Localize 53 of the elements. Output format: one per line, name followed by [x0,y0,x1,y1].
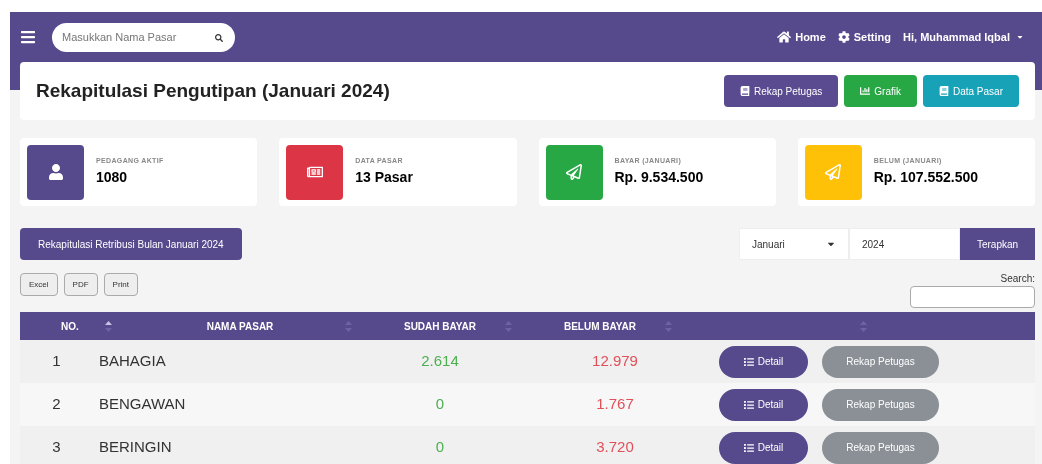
export-button[interactable]: PDF [63,273,98,296]
menu-icon[interactable] [20,29,36,45]
stat-value: 1080 [96,167,129,187]
paid-count: 2.614 [421,352,459,370]
nav-link[interactable]: Setting [837,28,892,46]
report-button[interactable]: Rekapitulasi Retribusi Bulan Januari 2024 [20,228,242,260]
stat-value: Rp. 107.552.500 [873,167,979,187]
list-icon [743,442,754,453]
column-header[interactable]: BELUM BAYAR [563,318,637,334]
book-icon [739,86,750,96]
column-header[interactable]: NO. [61,318,79,334]
apply-button[interactable]: Terapkan [960,228,1035,260]
nav-link[interactable]: Hi, Muhammad Iqbal [903,28,1024,46]
table-search-field[interactable] [910,286,1035,308]
nav-link[interactable]: Home [777,28,826,46]
unpaid-count: 1.767 [596,395,634,413]
search-icon [215,33,223,42]
settings-icon [837,31,850,43]
column-header[interactable]: NAMA PASAR [206,318,274,334]
paper-plane-icon [825,164,842,180]
column-header[interactable]: SUDAH BAYAR [403,318,477,334]
paper-plane-icon [566,164,582,180]
stat-value: Rp. 9.534.500 [614,167,704,187]
export-button[interactable]: Excel [20,273,58,296]
row-number: 3 [52,438,61,456]
unpaid-count: 12.979 [592,352,638,370]
export-button[interactable]: Print [103,273,138,296]
row-number: 2 [52,395,61,413]
action-button[interactable]: Rekap Petugas [723,75,839,107]
paid-count: 0 [435,438,445,456]
detail-button[interactable]: Detail [719,345,808,378]
list-icon [743,399,754,410]
paid-count: 0 [435,395,445,413]
market-name: BAHAGIA [99,352,166,370]
user-icon [47,164,64,180]
market-name: BENGAWAN [99,395,186,413]
row-number: 1 [52,352,61,370]
detail-button[interactable]: Detail [719,431,808,464]
page-title: Rekapitulasi Pengutipan (Januari 2024) [36,78,390,103]
document-icon [306,164,323,180]
stat-value: 13 Pasar [355,167,413,187]
market-name: BERINGIN [99,438,172,456]
list-icon [743,356,754,367]
sort-icon[interactable] [105,321,112,332]
book-icon [938,86,949,96]
search-label: Search: [1000,272,1035,286]
detail-button[interactable]: Detail [719,388,808,421]
month-select[interactable]: Januari [739,228,849,260]
year-field[interactable]: 2024 [849,228,960,260]
caret-icon [1016,33,1024,41]
home-icon [777,30,792,44]
chart-icon [860,86,871,96]
unpaid-count: 3.720 [596,438,634,456]
